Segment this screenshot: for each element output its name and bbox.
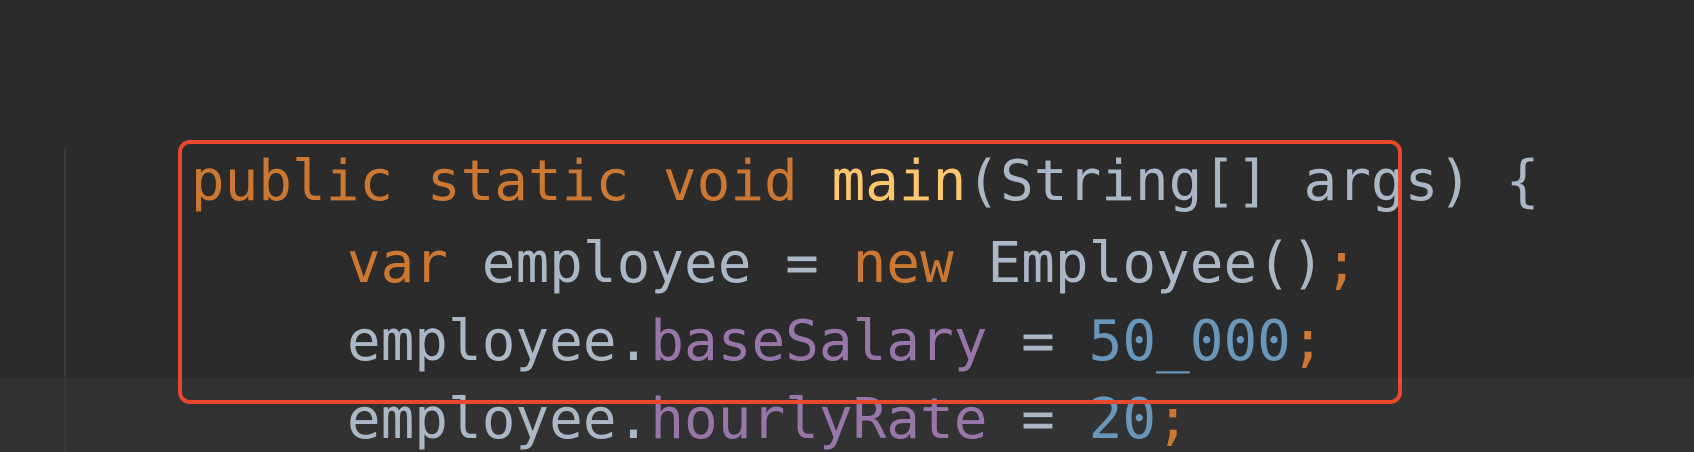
- code-editor[interactable]: public static void main(String[] args) {…: [0, 0, 1694, 452]
- code-line-main-signature[interactable]: public static void main(String[] args) {: [56, 62, 1540, 214]
- highlight-annotation-box: [178, 140, 1402, 404]
